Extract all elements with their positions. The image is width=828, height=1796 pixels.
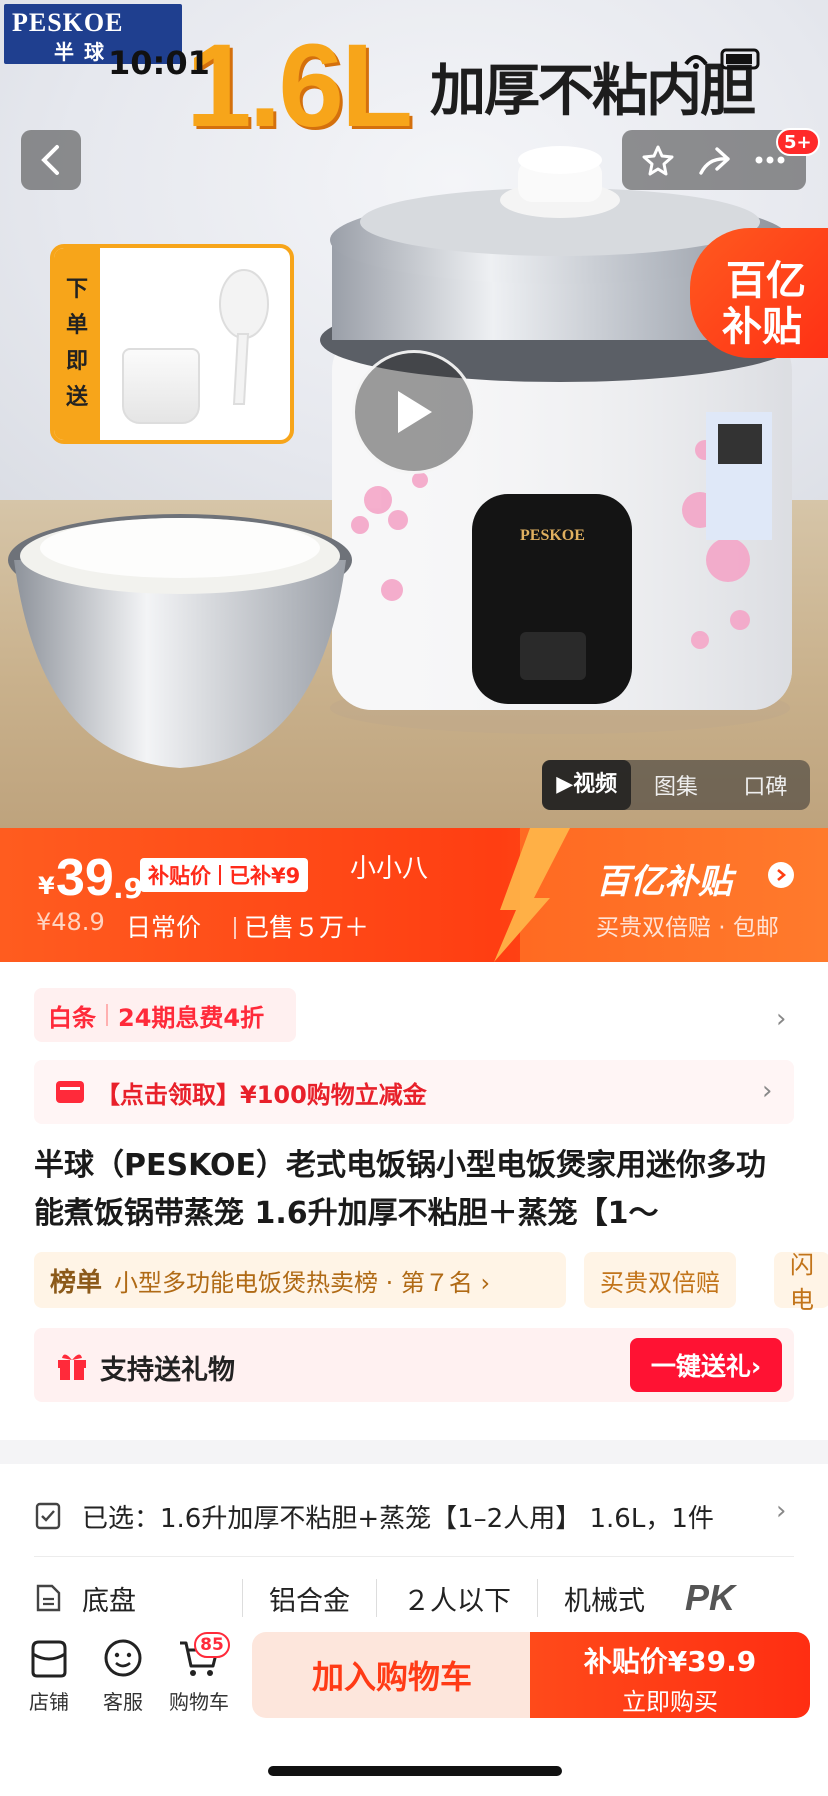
gift-label: 下 单 即 送 bbox=[54, 248, 100, 440]
status-icons bbox=[676, 44, 766, 79]
buy-now-button[interactable]: 补贴价¥39.9 立即购买 bbox=[530, 1632, 810, 1718]
rice-spoon-image bbox=[219, 269, 269, 405]
media-tabs: ▶视频 图集 口碑 bbox=[542, 760, 810, 810]
coupon-chevron-icon[interactable]: › bbox=[762, 1076, 772, 1106]
section-divider bbox=[0, 1440, 828, 1464]
row-divider bbox=[34, 1556, 794, 1557]
tab-reviews[interactable]: 口碑 bbox=[721, 769, 810, 801]
favorite-button[interactable] bbox=[636, 138, 680, 182]
wifi-battery-icon bbox=[684, 48, 760, 70]
notification-badge: 5+ bbox=[776, 128, 820, 156]
customer-service-button[interactable]: 客服 bbox=[88, 1638, 158, 1715]
play-video-button[interactable] bbox=[352, 350, 476, 474]
send-gift-button[interactable]: 一键送礼› bbox=[630, 1338, 782, 1392]
store-icon bbox=[31, 1640, 67, 1678]
spec-value-capacity: ２人以下 bbox=[403, 1585, 511, 1617]
shop-button[interactable]: 店铺 bbox=[14, 1638, 84, 1715]
subsidy-arrow-icon[interactable] bbox=[768, 862, 794, 888]
compare-pk-button[interactable]: PK bbox=[685, 1577, 735, 1619]
price-currency: ¥ bbox=[38, 872, 55, 900]
capacity-headline: 1.6L bbox=[186, 20, 413, 152]
star-icon bbox=[642, 145, 674, 176]
home-indicator[interactable] bbox=[268, 1766, 562, 1776]
gift-promo-box: 下 单 即 送 bbox=[50, 244, 294, 444]
share-icon bbox=[699, 147, 730, 175]
status-time: 10:01 bbox=[108, 44, 210, 82]
checklist-icon bbox=[35, 1502, 61, 1530]
buy-now-label: 立即购买 bbox=[622, 1688, 718, 1716]
original-price: ¥48.9 bbox=[36, 908, 105, 936]
daily-price-label: 日常价 bbox=[126, 913, 202, 942]
play-icon bbox=[398, 391, 432, 433]
tab-gallery[interactable]: 图集 bbox=[631, 769, 720, 801]
price-integer: 39 bbox=[56, 849, 114, 907]
add-to-cart-button[interactable]: 加入购物车 bbox=[252, 1632, 532, 1718]
installment-offer[interactable]: 白条 24期息费4折 bbox=[34, 988, 296, 1042]
wallet-icon bbox=[56, 1081, 84, 1103]
spec-value-material: 铝合金 bbox=[269, 1585, 350, 1617]
svg-text:PESKOE: PESKOE bbox=[520, 527, 585, 544]
document-icon bbox=[36, 1584, 61, 1612]
express-pill[interactable]: 闪电 bbox=[774, 1251, 828, 1314]
subsidy-price-tag: 补贴价 已补¥9 bbox=[140, 858, 309, 892]
lightning-bolt-decoration bbox=[494, 828, 570, 962]
subsidy-corner-badge: 百亿 补贴 bbox=[690, 228, 828, 358]
coupon-banner[interactable]: 【点击领取】¥100购物立减金 bbox=[34, 1060, 794, 1124]
price-bar: ¥ 39 .9 补贴价 已补¥9 小小八 ¥48.9 日常价 已售５万＋ 百亿补贴… bbox=[0, 828, 828, 962]
chevron-left-icon bbox=[41, 145, 59, 175]
price-decimal: .9 bbox=[113, 872, 144, 905]
share-button[interactable] bbox=[692, 138, 736, 182]
price-user-label: 小小八 bbox=[350, 854, 429, 884]
cart-count-badge: 85 bbox=[194, 1632, 230, 1658]
chat-face-icon bbox=[104, 1639, 142, 1677]
buy-price-label: 补贴价¥39.9 bbox=[583, 1645, 757, 1678]
selected-variant-row[interactable]: 已选：1.6升加厚不粘胆+蒸笼【1–2人用】 1.6L，1件 bbox=[34, 1484, 794, 1548]
selected-variant-text: 已选：1.6升加厚不粘胆+蒸笼【1–2人用】 1.6L，1件 bbox=[82, 1503, 714, 1534]
product-title: 半球（PESKOE）老式电饭锅小型电饭煲家用迷你多功能煮饭锅带蒸笼 1.6升加厚… bbox=[34, 1148, 766, 1231]
gift-row: 支持送礼物 一键送礼› bbox=[34, 1328, 794, 1402]
sold-count: 已售５万＋ bbox=[234, 908, 369, 944]
subsidy-title[interactable]: 百亿补贴 bbox=[596, 854, 732, 903]
back-button[interactable] bbox=[21, 130, 81, 190]
product-hero-image[interactable]: PESKOE PESKOE 半球 1.6L 加厚不粘内胆 10:01 5+ 百亿… bbox=[0, 0, 828, 828]
more-dots-icon bbox=[755, 156, 785, 164]
measuring-cup-image bbox=[122, 348, 200, 424]
variant-chevron-icon[interactable]: › bbox=[776, 1496, 786, 1526]
price-guarantee-pill[interactable]: 买贵双倍赔 bbox=[584, 1252, 736, 1308]
installment-chevron-icon[interactable]: › bbox=[776, 1004, 786, 1034]
subsidy-description: 买贵双倍赔 · 包邮 bbox=[596, 915, 779, 941]
spec-value-control: 机械式 bbox=[564, 1585, 645, 1617]
tab-video[interactable]: ▶视频 bbox=[542, 760, 632, 810]
gift-icon bbox=[58, 1354, 86, 1380]
spec-label: 底盘 bbox=[82, 1585, 136, 1617]
ranking-badge[interactable]: 榜单 小型多功能电饭煲热卖榜 · 第７名 › bbox=[34, 1252, 566, 1308]
